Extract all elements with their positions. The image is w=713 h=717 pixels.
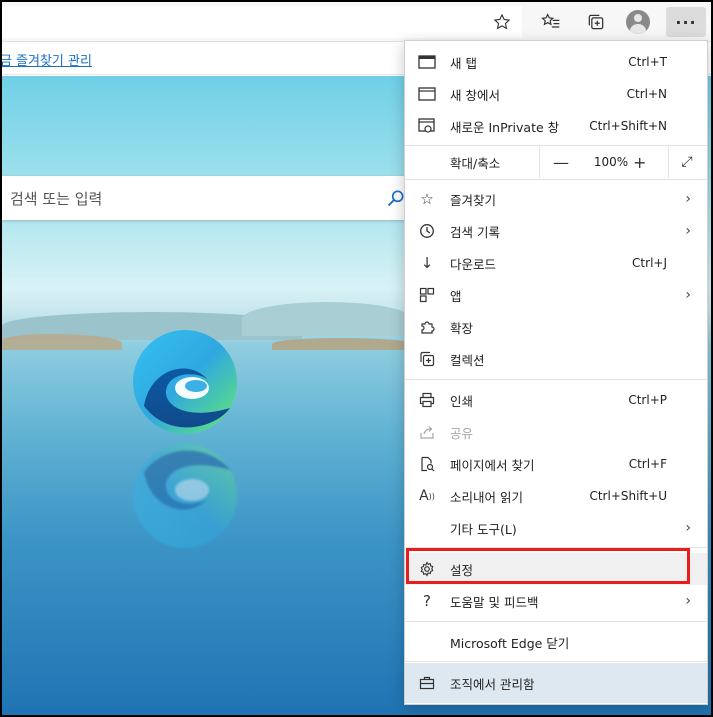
apps-icon [417, 285, 437, 305]
menu-shortcut: Ctrl+T [628, 55, 667, 69]
menu-item-read-aloud[interactable]: A)) 소리내어 읽기 Ctrl+Shift+U [405, 480, 707, 512]
background-shore [2, 334, 122, 350]
menu-label: 새로운 InPrivate 창 [450, 119, 560, 135]
menu-item-new-window[interactable]: 새 창에서 Ctrl+N [405, 78, 707, 110]
menu-label: 페이지에서 찾기 [450, 457, 535, 473]
settings-and-more-menu: 새 탭 Ctrl+T 새 창에서 Ctrl+N 새로운 InPrivate 창 … [404, 40, 708, 705]
menu-item-share: 공유 [405, 416, 707, 448]
chevron-right-icon: › [685, 191, 691, 207]
edge-logo-reflection [133, 444, 237, 548]
collections-icon[interactable] [582, 8, 610, 36]
menu-shortcut: Ctrl+F [628, 457, 667, 471]
inprivate-window-icon [417, 116, 437, 136]
zoom-level: 100% [593, 155, 629, 169]
menu-shortcut: Ctrl+N [626, 87, 667, 101]
search-icon[interactable] [386, 188, 406, 208]
menu-item-more-tools[interactable]: 기타 도구(L) › [405, 512, 707, 544]
chevron-right-icon: › [685, 593, 691, 609]
history-icon [417, 221, 437, 241]
menu-label: 인쇄 [450, 393, 474, 409]
menu-shortcut: Ctrl+Shift+U [589, 489, 667, 503]
chevron-right-icon: › [685, 223, 691, 239]
chevron-right-icon: › [685, 287, 691, 303]
window-frame: ··· 지금 즐겨찾기 관리 검색 또는 입력 [0, 0, 713, 717]
zoom-label: 확대/축소 [450, 155, 501, 171]
download-icon: ↓ [420, 254, 434, 272]
menu-item-help[interactable]: ? 도움말 및 피드백 › [405, 585, 707, 617]
menu-label: 새 창에서 [450, 87, 500, 103]
read-aloud-icon: A)) [419, 488, 435, 504]
address-bar[interactable] [2, 6, 522, 38]
background-hill [242, 302, 412, 336]
menu-item-apps[interactable]: 앱 › [405, 279, 707, 311]
more-dots-icon: ··· [675, 12, 697, 32]
collections-icon [417, 349, 437, 369]
menu-label: 앱 [450, 288, 462, 304]
menu-item-favorites[interactable]: ☆ 즐겨찾기 › [405, 183, 707, 215]
menu-label: 컬렉션 [450, 352, 485, 368]
menu-label: 검색 기록 [450, 224, 500, 240]
menu-label: 소리내어 읽기 [450, 489, 523, 505]
printer-icon [417, 390, 437, 410]
fullscreen-icon[interactable]: ⤢ [675, 154, 699, 170]
zoom-in-button[interactable]: + [633, 153, 646, 172]
menu-label: 확장 [450, 320, 474, 336]
menu-item-find[interactable]: 페이지에서 찾기 Ctrl+F [405, 448, 707, 480]
new-tab-icon [417, 52, 437, 72]
share-icon [417, 422, 437, 442]
menu-label: 공유 [450, 425, 474, 441]
menu-shortcut: Ctrl+J [632, 256, 667, 270]
menu-item-print[interactable]: 인쇄 Ctrl+P [405, 384, 707, 416]
settings-highlight-box [406, 548, 690, 584]
menu-item-collections[interactable]: 컬렉션 [405, 343, 707, 375]
menu-item-history[interactable]: 검색 기록 › [405, 215, 707, 247]
help-question-icon: ? [423, 592, 431, 610]
menu-shortcut: Ctrl+P [628, 393, 667, 407]
search-input[interactable]: 검색 또는 입력 [10, 188, 102, 209]
settings-more-button[interactable]: ··· [666, 7, 706, 37]
menu-item-extensions[interactable]: 확장 [405, 311, 707, 343]
favorites-list-icon[interactable] [537, 8, 565, 36]
menu-item-new-tab[interactable]: 새 탭 Ctrl+T [405, 46, 707, 78]
menu-label: 도움말 및 피드백 [450, 594, 539, 610]
browser-toolbar: ··· [2, 2, 711, 42]
menu-label: 즐겨찾기 [450, 192, 497, 208]
menu-label: 다운로드 [450, 256, 497, 272]
menu-label: Microsoft Edge 닫기 [450, 635, 570, 651]
search-box[interactable]: 검색 또는 입력 [2, 176, 406, 220]
menu-divider [405, 379, 707, 380]
menu-label: 기타 도구(L) [450, 521, 517, 537]
menu-shortcut: Ctrl+Shift+N [589, 119, 667, 133]
avatar [626, 10, 650, 34]
menu-item-downloads[interactable]: ↓ 다운로드 Ctrl+J [405, 247, 707, 279]
add-favorite-star-icon[interactable] [488, 8, 516, 36]
extensions-puzzle-icon [417, 317, 437, 337]
edge-logo-icon [133, 330, 237, 434]
menu-item-managed-by-org[interactable]: 조직에서 관리함 [405, 663, 707, 703]
manage-favorites-link[interactable]: 지금 즐겨찾기 관리 [2, 50, 92, 69]
zoom-out-button[interactable]: — [553, 153, 569, 172]
menu-divider [405, 179, 707, 180]
briefcase-icon [417, 673, 437, 693]
chevron-right-icon: › [685, 520, 691, 536]
background-shore [272, 338, 412, 350]
menu-item-new-inprivate[interactable]: 새로운 InPrivate 창 Ctrl+Shift+N [405, 110, 707, 142]
menu-label: 조직에서 관리함 [450, 676, 535, 692]
menu-item-zoom: 확대/축소 — 100% + ⤢ [405, 146, 707, 178]
menu-item-close-edge[interactable]: Microsoft Edge 닫기 [405, 626, 707, 658]
favorites-star-icon: ☆ [420, 190, 434, 208]
new-window-icon [417, 84, 437, 104]
find-on-page-icon [417, 454, 437, 474]
menu-label: 새 탭 [450, 55, 477, 71]
profile-avatar-icon[interactable] [624, 8, 652, 36]
menu-divider [405, 661, 707, 662]
menu-divider [405, 621, 707, 622]
